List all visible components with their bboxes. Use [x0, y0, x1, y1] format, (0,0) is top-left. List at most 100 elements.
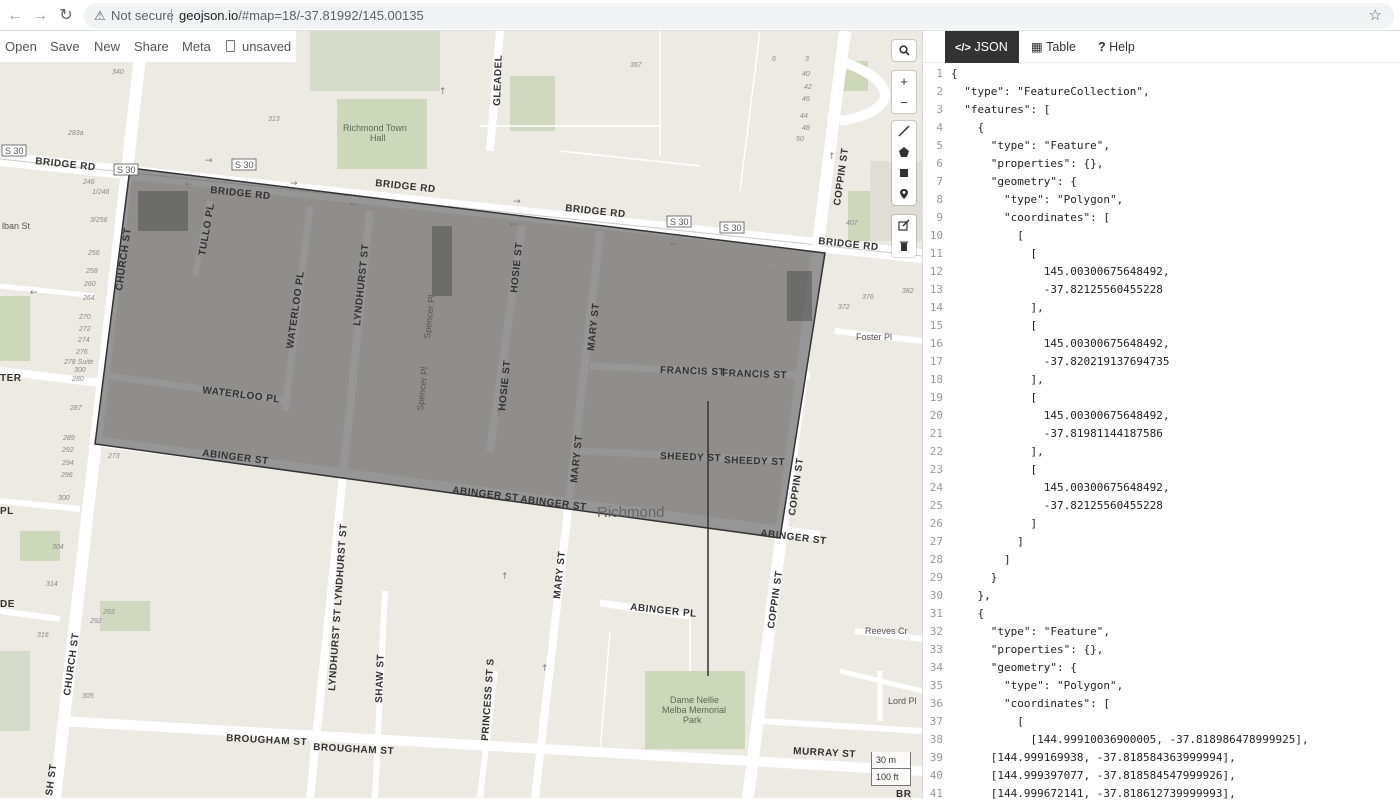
house-number: 44 [800, 113, 808, 120]
edit-layers-icon[interactable] [892, 215, 916, 236]
reload-icon[interactable]: ↻ [55, 5, 77, 27]
code-line[interactable]: 12 145.00300675648492, [923, 263, 1170, 281]
code-line[interactable]: 11 [ [923, 245, 1037, 263]
draw-polygon-icon[interactable] [892, 142, 916, 163]
scale-metric: 30 m [871, 752, 911, 769]
zoom-out-button[interactable]: − [892, 92, 916, 113]
code-line[interactable]: 21 -37.81981144187586 [923, 425, 1163, 443]
code-text: [144.99910036900005, -37.818986478999925… [951, 733, 1309, 746]
house-number: 314 [46, 581, 58, 588]
tab-table[interactable]: ▦ Table [1021, 31, 1086, 63]
line-number: 22 [929, 445, 943, 458]
zoom-in-button[interactable]: + [892, 71, 916, 92]
code-line[interactable]: 33 "properties": {}, [923, 641, 1104, 659]
menu-meta[interactable]: Meta [182, 39, 211, 54]
menu-share[interactable]: Share [134, 39, 169, 54]
code-line[interactable]: 23 [ [923, 461, 1037, 479]
code-line[interactable]: 9 "coordinates": [ [923, 209, 1110, 227]
code-line[interactable]: 34 "geometry": { [923, 659, 1077, 677]
code-text: 145.00300675648492, [951, 337, 1170, 350]
code-text: "features": [ [951, 103, 1051, 116]
code-line[interactable]: 6 "properties": {}, [923, 155, 1103, 173]
code-line[interactable]: 7 "geometry": { [923, 173, 1076, 191]
bookmark-star-icon[interactable]: ☆ [1369, 3, 1382, 29]
code-text: "coordinates": [ [951, 697, 1110, 710]
label-de: DE [0, 599, 15, 610]
house-number: 40 [802, 71, 810, 78]
code-line[interactable]: 29 } [923, 569, 998, 587]
code-line[interactable]: 17 -37.820219137694735 [923, 353, 1170, 371]
menu-new[interactable]: New [94, 39, 120, 54]
code-line[interactable]: 30 }, [923, 587, 991, 605]
menu-open[interactable]: Open [5, 39, 37, 54]
code-line[interactable]: 41 [144.999672141, -37.818612739999993], [923, 785, 1236, 803]
house-number: 278 Suite [63, 359, 94, 366]
json-editor[interactable]: 1{2 "type": "FeatureCollection", 3 "featu… [923, 65, 1400, 800]
house-number: 273 [107, 453, 120, 460]
code-line[interactable]: 24 145.00300675648492, [923, 479, 1170, 497]
menu-save[interactable]: Save [50, 39, 80, 54]
label-sheedy-st-1: SHEEDY ST [660, 451, 721, 464]
forward-arrow-icon[interactable]: → [29, 5, 51, 27]
url-text[interactable]: geojson.io/#map=18/-37.81992/145.00135 [179, 3, 424, 29]
arrow-icon: ↑ [828, 152, 836, 162]
tab-json[interactable]: </> JSON [945, 31, 1019, 63]
code-text: "properties": {}, [951, 157, 1104, 170]
code-line[interactable]: 40 [144.999397077, -37.818584547999926], [923, 767, 1236, 785]
code-line[interactable]: 19 [ [923, 389, 1037, 407]
line-number: 33 [929, 643, 943, 656]
code-line[interactable]: 18 ], [923, 371, 1044, 389]
code-line[interactable]: 2 "type": "FeatureCollection", [923, 83, 1149, 101]
code-line[interactable]: 4 { [923, 119, 984, 137]
file-icon [226, 40, 235, 52]
code-line[interactable]: 27 ] [923, 533, 1024, 551]
code-line[interactable]: 1{ [923, 65, 957, 83]
code-line[interactable]: 31 { [923, 605, 984, 623]
code-line[interactable]: 16 145.00300675648492, [923, 335, 1170, 353]
code-line[interactable]: 15 [ [923, 317, 1037, 335]
code-line[interactable]: 10 [ [923, 227, 1024, 245]
warning-icon[interactable]: ⚠ [94, 3, 106, 29]
label-francis-st-1: FRANCIS ST [660, 365, 725, 378]
code-line[interactable]: 26 ] [923, 515, 1037, 533]
arrow-icon: ↑ [439, 87, 447, 97]
code-line[interactable]: 25 -37.82125560455228 [923, 497, 1163, 515]
draw-line-icon[interactable] [892, 121, 916, 142]
house-number: 313 [268, 116, 280, 123]
code-line[interactable]: 8 "type": "Polygon", [923, 191, 1123, 209]
code-text: "coordinates": [ [951, 211, 1110, 224]
draw-marker-icon[interactable] [892, 184, 916, 205]
code-line[interactable]: 37 [ [923, 713, 1024, 731]
address-bar[interactable]: ⚠ Not secure geojson.io/#map=18/-37.8199… [84, 3, 1394, 29]
code-line[interactable]: 39 [144.999169938, -37.818584363999994], [923, 749, 1236, 767]
tab-help[interactable]: ? Help [1088, 31, 1145, 63]
line-number: 38 [929, 733, 943, 746]
label-abinger-pl: ABINGER PL [630, 602, 697, 620]
label-park-2: Melba Memorial [662, 705, 726, 715]
line-number: 4 [936, 121, 943, 134]
code-line[interactable]: 5 "type": "Feature", [923, 137, 1110, 155]
code-line[interactable]: 13 -37.82125560455228 [923, 281, 1163, 299]
code-line[interactable]: 20 145.00300675648492, [923, 407, 1170, 425]
code-line[interactable]: 36 "coordinates": [ [923, 695, 1110, 713]
scale-bar: 30 m 100 ft [871, 752, 911, 786]
house-number: 294 [61, 460, 74, 467]
map-canvas[interactable]: BRIDGE RD BRIDGE RD BRIDGE RD BRIDGE RD … [0, 31, 922, 798]
code-text: ] [951, 535, 1024, 548]
search-icon[interactable] [892, 40, 916, 61]
line-number: 40 [929, 769, 943, 782]
house-number: 50 [796, 136, 804, 143]
code-line[interactable]: 3 "features": [ [923, 101, 1050, 119]
code-line[interactable]: 38 [144.99910036900005, -37.818986478999… [923, 731, 1309, 749]
back-arrow-icon[interactable]: ← [4, 5, 26, 27]
draw-rectangle-icon[interactable] [892, 163, 916, 184]
house-number: 340 [112, 69, 124, 76]
code-line[interactable]: 32 "type": "Feature", [923, 623, 1110, 641]
code-line[interactable]: 28 ] [923, 551, 1011, 569]
code-line[interactable]: 35 "type": "Polygon", [923, 677, 1123, 695]
code-line[interactable]: 14 ], [923, 299, 1044, 317]
trash-icon[interactable] [892, 236, 916, 257]
line-number: 39 [929, 751, 943, 764]
code-line[interactable]: 22 ], [923, 443, 1044, 461]
block-outline [559, 150, 701, 167]
